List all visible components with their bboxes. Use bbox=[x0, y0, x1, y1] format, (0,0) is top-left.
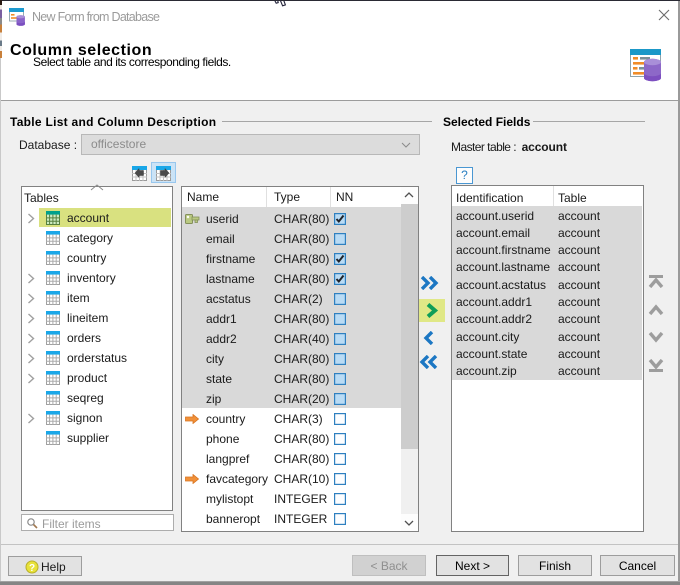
svg-text:?: ? bbox=[29, 563, 35, 574]
